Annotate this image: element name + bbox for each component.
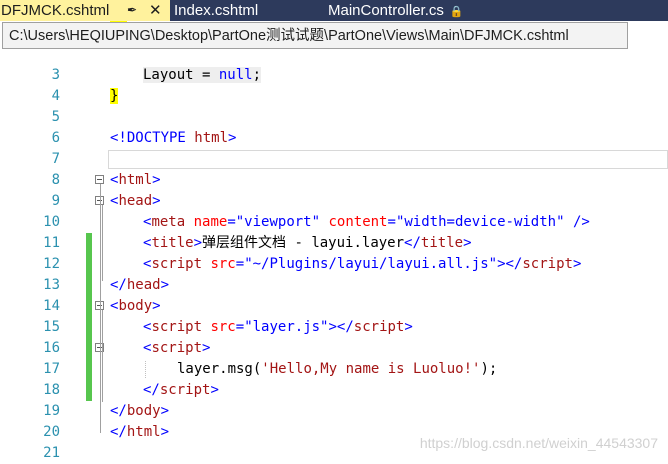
line-number: 20	[43, 424, 60, 440]
outline-guide-body	[102, 310, 103, 402]
collapse-icon[interactable]	[95, 175, 104, 184]
line-number: 8	[51, 172, 60, 188]
lock-icon: 🔒	[449, 6, 464, 18]
code-text: <script src="layer.js"></script>	[143, 319, 413, 335]
line-number: 16	[43, 340, 60, 356]
pin-icon[interactable]: ✒	[127, 0, 137, 21]
code-line: 3 Layout = null;	[0, 65, 668, 86]
line-number: 14	[43, 298, 60, 314]
change-marker	[86, 296, 92, 317]
tab-label: DFJMCK.cshtml	[1, 2, 110, 19]
change-marker	[86, 338, 92, 359]
code-text: </html>	[110, 424, 170, 440]
tab-index[interactable]: Index.cshtml	[174, 0, 258, 21]
code-text: </body>	[110, 403, 170, 419]
line-number: 19	[43, 403, 60, 419]
line-number: 4	[51, 88, 60, 104]
change-marker	[86, 359, 92, 380]
code-text: }	[110, 88, 119, 104]
line-number: 10	[43, 214, 60, 230]
tab-label: MainController.cs	[328, 2, 444, 19]
line-number: 7	[51, 151, 60, 167]
line-number: 21	[43, 445, 60, 461]
line-number: 11	[43, 235, 60, 251]
outline-guide-head	[102, 205, 103, 281]
code-text: </script>	[143, 382, 219, 398]
outline-guide	[100, 184, 101, 433]
line-number: 12	[43, 256, 60, 272]
document-tab-bar: DFJMCK.cshtml ✒ ✕ Index.cshtml MainContr…	[0, 0, 668, 21]
line-number: 17	[43, 361, 60, 377]
code-text: layer.msg('Hello,My name is Luoluo!');	[177, 361, 498, 377]
change-marker	[86, 380, 92, 401]
code-line: 5	[0, 107, 668, 128]
line-number: 13	[43, 277, 60, 293]
watermark: https://blog.csdn.net/weixin_44543307	[419, 435, 658, 451]
line-number: 6	[51, 130, 60, 146]
code-line: 6 <!DOCTYPE html>	[0, 128, 668, 149]
code-text: </head>	[110, 277, 170, 293]
code-editor[interactable]: 2 @{ 3 Layout = null; 4 } 5 6 <!DOCTYPE …	[0, 21, 668, 461]
line-number: 18	[43, 382, 60, 398]
code-line: 4 }	[0, 86, 668, 107]
indent-guide	[145, 361, 146, 378]
line-number: 15	[43, 319, 60, 335]
line-number: 9	[51, 193, 60, 209]
change-marker	[86, 275, 92, 296]
change-marker	[86, 233, 92, 254]
code-text: <html>	[110, 172, 161, 188]
code-text: <meta name="viewport" content="width=dev…	[143, 214, 590, 230]
current-line-highlight	[108, 150, 668, 169]
code-text: <title>弹层组件文档 - layui.layer</title>	[143, 235, 472, 251]
change-marker	[86, 254, 92, 275]
close-icon[interactable]: ✕	[149, 0, 162, 21]
code-text: Layout = null;	[143, 67, 262, 83]
change-marker	[86, 317, 92, 338]
file-path-tooltip: C:\Users\HEQIUPING\Desktop\PartOne测试试题\P…	[2, 22, 628, 49]
code-text: <script src="~/Plugins/layui/layui.all.j…	[143, 256, 582, 272]
code-line-current: 7	[0, 149, 668, 170]
line-number: 3	[51, 67, 60, 83]
line-number: 5	[51, 109, 60, 125]
code-text: <body>	[110, 298, 161, 314]
tab-maincontroller[interactable]: MainController.cs 🔒	[328, 0, 464, 21]
code-text: <script>	[143, 340, 211, 356]
code-text: <head>	[110, 193, 161, 209]
tab-dfjmck[interactable]: DFJMCK.cshtml ✒ ✕	[0, 0, 170, 21]
tab-label: Index.cshtml	[174, 2, 259, 19]
code-text: <!DOCTYPE html>	[110, 130, 237, 146]
